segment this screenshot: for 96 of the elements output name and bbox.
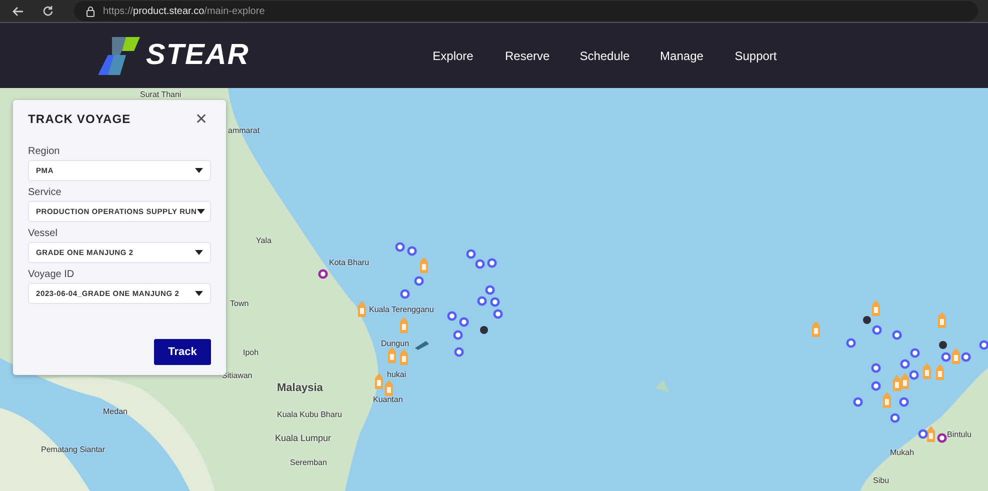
- map-label: Ipoh: [243, 348, 259, 357]
- map-label: Dungun: [381, 339, 410, 348]
- location-marker-icon[interactable]: [871, 363, 881, 373]
- logo-icon[interactable]: [96, 34, 142, 76]
- boat-marker-icon[interactable]: [414, 340, 430, 350]
- location-marker-icon[interactable]: [453, 330, 463, 340]
- island-drawing: [655, 380, 669, 392]
- dot-marker-icon[interactable]: [863, 316, 871, 324]
- map-label: Surat Thani: [140, 90, 182, 99]
- dot-marker-icon[interactable]: [480, 326, 488, 334]
- nav-link[interactable]: Schedule: [564, 48, 645, 62]
- vessel-marker-icon[interactable]: [812, 321, 820, 337]
- map-label: Kota Bharu: [329, 258, 370, 267]
- map-label: Sibu: [873, 476, 890, 485]
- vessel-marker-icon[interactable]: [936, 364, 944, 380]
- location-marker-icon[interactable]: [466, 249, 476, 259]
- ring-marker-icon[interactable]: [318, 269, 328, 279]
- location-marker-icon[interactable]: [395, 242, 405, 252]
- back-icon[interactable]: [12, 6, 24, 16]
- location-marker-icon[interactable]: [900, 359, 910, 369]
- map-label: Kuala Terengganu: [369, 305, 434, 314]
- location-marker-icon[interactable]: [493, 309, 503, 319]
- vessel-marker-icon[interactable]: [893, 375, 901, 391]
- lock-icon: [86, 6, 95, 16]
- vessel-marker-icon[interactable]: [385, 380, 393, 396]
- caret-icon: [195, 250, 203, 255]
- map-label: Yala: [256, 236, 272, 245]
- vessel-marker-icon[interactable]: [388, 347, 396, 363]
- dot-marker-icon[interactable]: [939, 341, 947, 349]
- panel-title: TRACK VOYAGE: [28, 112, 131, 126]
- ring-marker-icon[interactable]: [937, 433, 947, 443]
- url-text: https://product.stear.co/main-explore: [103, 6, 265, 16]
- location-marker-icon[interactable]: [910, 348, 920, 358]
- caret-icon: [195, 291, 203, 296]
- vessel-marker-icon[interactable]: [375, 373, 383, 389]
- field-label: Vessel: [28, 228, 58, 239]
- vessel-marker-icon[interactable]: [883, 392, 891, 408]
- location-marker-icon[interactable]: [490, 297, 500, 307]
- nav-link[interactable]: Reserve: [490, 48, 565, 62]
- location-marker-icon[interactable]: [447, 311, 457, 321]
- vessel-marker-icon[interactable]: [400, 349, 408, 365]
- reload-icon[interactable]: [42, 5, 54, 17]
- location-marker-icon[interactable]: [853, 397, 863, 407]
- location-marker-icon[interactable]: [890, 413, 900, 423]
- map-label: Pematang Siantar: [41, 445, 106, 454]
- vessel-marker-icon[interactable]: [420, 257, 428, 273]
- location-marker-icon[interactable]: [979, 340, 988, 350]
- field-label: Region: [28, 146, 61, 157]
- location-marker-icon[interactable]: [871, 381, 881, 391]
- address-bar[interactable]: https://product.stear.co/main-explore: [74, 1, 978, 21]
- location-marker-icon[interactable]: [414, 276, 424, 286]
- location-marker-icon[interactable]: [872, 325, 882, 335]
- map-label: Kuala Kubu Bharu: [277, 410, 342, 419]
- location-marker-icon[interactable]: [899, 397, 909, 407]
- caret-icon: [196, 209, 205, 214]
- vessel-marker-icon[interactable]: [872, 300, 880, 316]
- nav-link[interactable]: Explore: [416, 48, 490, 62]
- location-marker-icon[interactable]: [485, 285, 495, 295]
- location-marker-icon[interactable]: [477, 296, 487, 306]
- nav-link[interactable]: Support: [718, 48, 793, 62]
- nav-link[interactable]: Manage: [644, 48, 719, 62]
- map-label: Kuala Lumpur: [275, 433, 332, 443]
- map-label: Bintulu: [947, 430, 972, 439]
- location-marker-icon[interactable]: [475, 259, 485, 269]
- vessel-marker-icon[interactable]: [358, 301, 366, 317]
- field-label: Service: [28, 187, 62, 198]
- map-label: Seremban: [290, 458, 327, 467]
- map-label: Mukah: [890, 448, 914, 457]
- location-marker-icon[interactable]: [459, 317, 469, 327]
- location-marker-icon[interactable]: [487, 258, 497, 268]
- location-marker-icon[interactable]: [909, 370, 919, 380]
- location-marker-icon[interactable]: [846, 338, 856, 348]
- logo-text[interactable]: STEAR: [146, 39, 250, 72]
- close-button[interactable]: ✕: [192, 110, 211, 128]
- vessel-marker-icon[interactable]: [938, 312, 946, 328]
- map-label: Medan: [103, 407, 128, 416]
- vessel-marker-icon[interactable]: [901, 373, 909, 389]
- map-label: Kuantan: [373, 395, 403, 404]
- map-label: ammarat: [228, 126, 260, 135]
- vessel-marker-icon[interactable]: [923, 363, 931, 379]
- location-marker-icon[interactable]: [892, 330, 902, 340]
- location-marker-icon[interactable]: [918, 429, 928, 439]
- location-marker-icon[interactable]: [941, 352, 951, 362]
- vessel-marker-icon[interactable]: [952, 348, 960, 364]
- map-label: Town: [230, 299, 249, 308]
- field-label: Voyage ID: [28, 269, 76, 280]
- location-marker-icon[interactable]: [407, 246, 417, 256]
- map-label: hukai: [387, 370, 406, 379]
- caret-icon: [195, 168, 203, 173]
- map-label: Malaysia: [277, 382, 323, 394]
- location-marker-icon[interactable]: [961, 352, 971, 362]
- location-marker-icon[interactable]: [454, 347, 464, 357]
- vessel-marker-icon[interactable]: [927, 426, 935, 442]
- vessel-marker-icon[interactable]: [400, 317, 408, 333]
- track-button[interactable]: Track: [154, 339, 211, 365]
- location-marker-icon[interactable]: [400, 289, 410, 299]
